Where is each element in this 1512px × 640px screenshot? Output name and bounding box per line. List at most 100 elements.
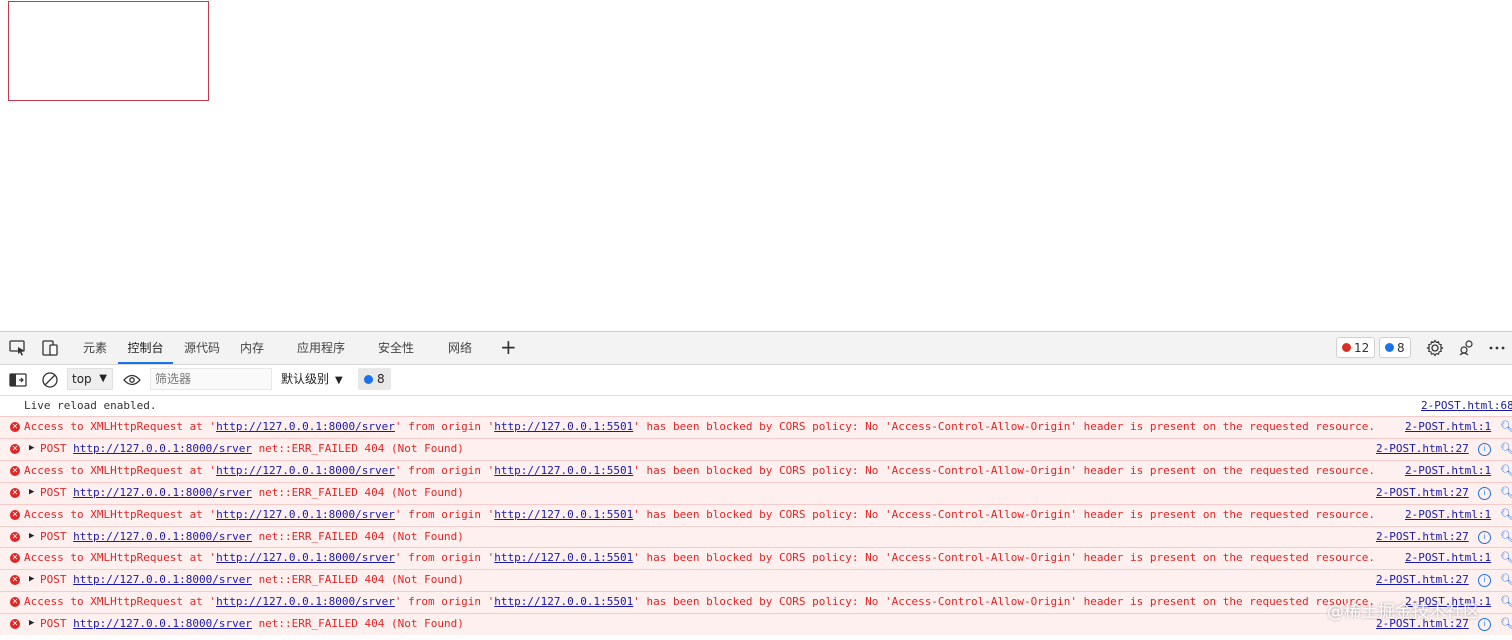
log-level-dropdown[interactable]: 默认级别 ▼ <box>281 368 343 390</box>
network-info-icon[interactable]: i <box>1478 442 1491 456</box>
error-icon: ✕ <box>10 422 20 432</box>
add-tab-icon[interactable]: + <box>500 336 517 358</box>
tab-memory[interactable]: 内存 <box>234 332 270 364</box>
request-method: POST <box>40 485 67 499</box>
console-toolbar: top ▼ 筛选器 默认级别 ▼ 8 <box>0 365 1512 396</box>
log-row-network-error[interactable]: ✕ ▶ POST http://127.0.0.1:8000/srver net::… <box>0 525 1512 548</box>
request-url-link[interactable]: http://127.0.0.1:8000/srver <box>216 595 395 608</box>
msg-text: Access to XMLHttpRequest at ' <box>24 463 217 477</box>
search-icon[interactable]: 🔍︎ <box>1500 527 1512 547</box>
msg-text: ' from origin ' <box>394 551 495 565</box>
log-source-link[interactable]: 2-POST.html:68 <box>1421 396 1512 416</box>
clear-console-icon[interactable] <box>40 370 60 390</box>
log-source-link[interactable]: 2-POST.html:1 <box>1405 505 1491 525</box>
request-url-link[interactable]: http://127.0.0.1:8000/srver <box>216 551 395 564</box>
device-emulation-icon[interactable] <box>40 338 60 358</box>
request-url-link[interactable]: http://127.0.0.1:8000/srver <box>73 442 252 455</box>
network-info-icon[interactable]: i <box>1478 486 1491 500</box>
search-icon[interactable]: 🔍︎ <box>1500 461 1512 481</box>
filter-input[interactable]: 筛选器 <box>150 368 272 390</box>
request-method: POST <box>40 441 67 455</box>
log-source-link[interactable]: 2-POST.html:1 <box>1405 548 1491 568</box>
error-icon: ✕ <box>10 531 20 542</box>
chevron-down-icon: ▼ <box>335 375 343 386</box>
origin-url-link[interactable]: http://127.0.0.1:5501 <box>494 595 633 608</box>
request-method: POST <box>40 573 67 587</box>
log-source-link[interactable]: 2-POST.html:1 <box>1405 461 1491 481</box>
request-status: net::ERR_FAILED 404 (Not Found) <box>258 485 464 499</box>
log-row-network-error[interactable]: ✕ ▶ POST http://127.0.0.1:8000/srver net::… <box>0 569 1512 592</box>
search-icon[interactable]: 🔍︎ <box>1500 614 1512 634</box>
origin-url-link[interactable]: http://127.0.0.1:5501 <box>494 464 633 477</box>
origin-url-link[interactable]: http://127.0.0.1:5501 <box>494 420 633 433</box>
live-expression-eye-icon[interactable] <box>122 370 142 390</box>
log-source-link[interactable]: 2-POST.html:27 <box>1376 483 1469 503</box>
search-icon[interactable]: 🔍︎ <box>1500 570 1512 590</box>
tab-sources[interactable]: 源代码 <box>178 332 226 364</box>
network-info-icon[interactable]: i <box>1478 530 1491 544</box>
search-icon[interactable]: 🔍︎ <box>1500 483 1512 503</box>
settings-gear-icon[interactable] <box>1425 338 1445 358</box>
log-row-network-error[interactable]: ✕ ▶ POST http://127.0.0.1:8000/srver net::… <box>0 613 1512 635</box>
watermark: @稀土掘金技术社区 <box>1327 602 1480 622</box>
msg-text: ' from origin ' <box>394 507 495 521</box>
log-row-network-error[interactable]: ✕ ▶ POST http://127.0.0.1:8000/srver net::… <box>0 481 1512 504</box>
request-url-link[interactable]: http://127.0.0.1:8000/srver <box>73 617 252 630</box>
search-icon[interactable]: 🔍︎ <box>1500 505 1512 525</box>
log-message: POST http://127.0.0.1:8000/srver net::ER… <box>40 483 464 503</box>
log-message: Access to XMLHttpRequest at 'http://127.… <box>24 417 1375 437</box>
messages-badge[interactable]: 8 <box>358 368 391 390</box>
inspect-element-icon[interactable] <box>8 338 28 358</box>
search-icon[interactable]: 🔍︎ <box>1500 548 1512 568</box>
error-count-badge[interactable]: 12 <box>1336 337 1376 358</box>
tab-console[interactable]: 控制台 <box>118 332 173 364</box>
error-icon: ✕ <box>10 443 20 454</box>
log-row-network-error[interactable]: ✕ ▶ POST http://127.0.0.1:8000/srver net::… <box>0 437 1512 460</box>
connected-devices-icon[interactable] <box>1457 338 1477 358</box>
request-url-link[interactable]: http://127.0.0.1:8000/srver <box>73 573 252 586</box>
network-info-icon[interactable]: i <box>1478 574 1491 588</box>
expand-triangle-icon[interactable]: ▶ <box>29 527 34 547</box>
log-source-link[interactable]: 2-POST.html:27 <box>1376 527 1469 547</box>
log-row-cors-error: ✕ Access to XMLHttpRequest at 'http://127… <box>0 591 1512 614</box>
log-message: POST http://127.0.0.1:8000/srver net::ER… <box>40 527 464 547</box>
log-message: POST http://127.0.0.1:8000/srver net::ER… <box>40 570 464 590</box>
log-source-link[interactable]: 2-POST.html:1 <box>1405 417 1491 437</box>
error-icon: ✕ <box>10 509 20 520</box>
request-status: net::ERR_FAILED 404 (Not Found) <box>258 573 464 587</box>
tab-security[interactable]: 安全性 <box>372 332 420 364</box>
request-url-link[interactable]: http://127.0.0.1:8000/srver <box>73 530 252 543</box>
log-source-link[interactable]: 2-POST.html:27 <box>1376 570 1469 590</box>
more-options-icon[interactable] <box>1487 338 1507 358</box>
log-source-link[interactable]: 2-POST.html:27 <box>1376 439 1469 459</box>
chevron-down-icon: ▼ <box>99 373 107 384</box>
request-url-link[interactable]: http://127.0.0.1:8000/srver <box>216 464 395 477</box>
search-icon[interactable]: 🔍︎ <box>1500 417 1512 437</box>
search-icon[interactable]: 🔍︎ <box>1500 592 1512 612</box>
log-row-info: Live reload enabled. 2-POST.html:68 <box>0 396 1512 416</box>
tab-elements[interactable]: 元素 <box>76 332 114 364</box>
request-method: POST <box>40 529 67 543</box>
expand-triangle-icon[interactable]: ▶ <box>29 570 34 590</box>
expand-triangle-icon[interactable]: ▶ <box>29 483 34 503</box>
search-icon[interactable]: 🔍︎ <box>1500 439 1512 459</box>
log-message: Access to XMLHttpRequest at 'http://127.… <box>24 505 1375 525</box>
context-selector[interactable]: top ▼ <box>67 368 113 390</box>
console-log: Live reload enabled. 2-POST.html:68 ✕ Acc… <box>0 396 1512 640</box>
origin-url-link[interactable]: http://127.0.0.1:5501 <box>494 508 633 521</box>
tab-application[interactable]: 应用程序 <box>290 332 352 364</box>
tab-network[interactable]: 网络 <box>442 332 478 364</box>
message-count-badge[interactable]: 8 <box>1379 337 1411 358</box>
origin-url-link[interactable]: http://127.0.0.1:5501 <box>494 551 633 564</box>
sidebar-toggle-icon[interactable] <box>8 370 28 390</box>
log-message: Live reload enabled. <box>24 399 157 412</box>
request-url-link[interactable]: http://127.0.0.1:8000/srver <box>216 508 395 521</box>
request-url-link[interactable]: http://127.0.0.1:8000/srver <box>73 486 252 499</box>
request-url-link[interactable]: http://127.0.0.1:8000/srver <box>216 420 395 433</box>
log-message: Access to XMLHttpRequest at 'http://127.… <box>24 548 1375 568</box>
expand-triangle-icon[interactable]: ▶ <box>29 614 34 634</box>
log-row-cors-error: ✕ Access to XMLHttpRequest at 'http://127… <box>0 503 1512 526</box>
devtools-tabbar: 元素 控制台 源代码 内存 应用程序 安全性 网络 + 12 8 <box>0 332 1512 365</box>
messages-badge-count: 8 <box>377 372 385 386</box>
expand-triangle-icon[interactable]: ▶ <box>29 439 34 459</box>
